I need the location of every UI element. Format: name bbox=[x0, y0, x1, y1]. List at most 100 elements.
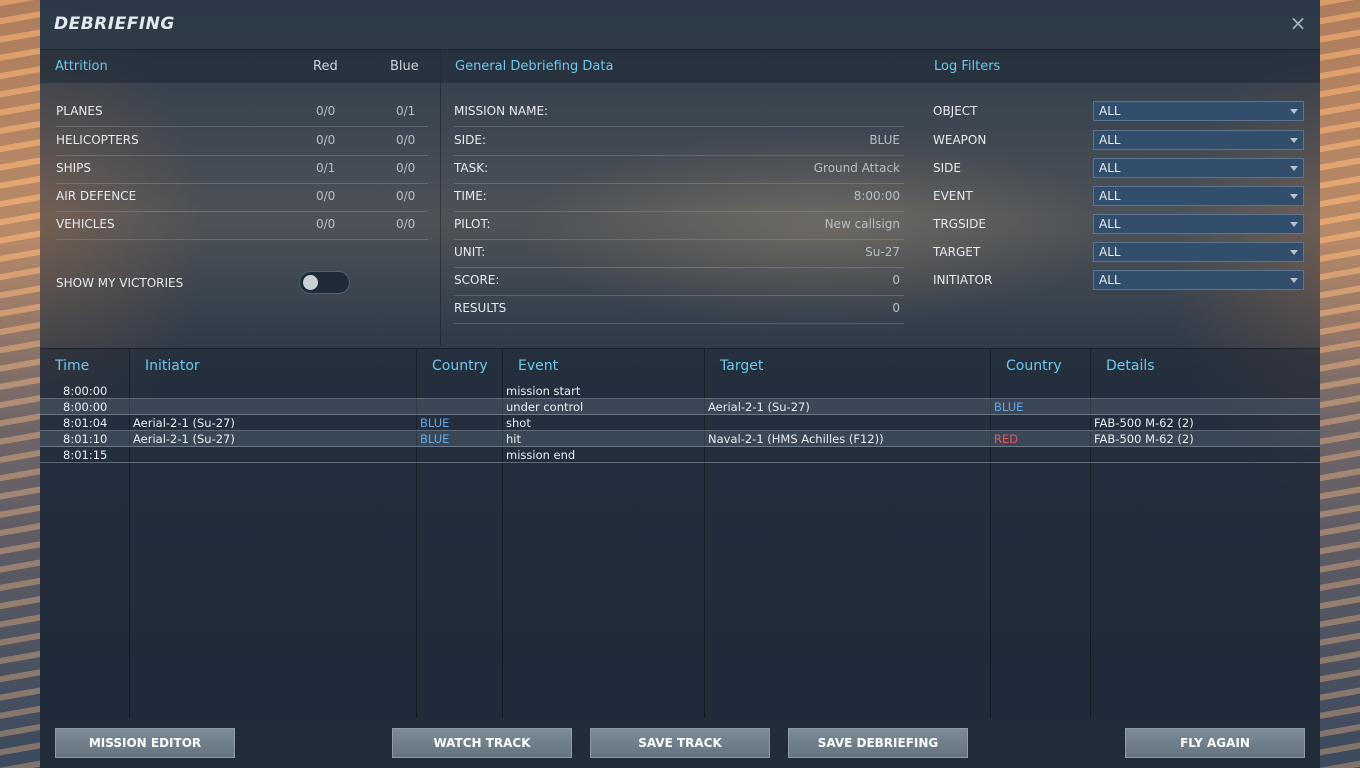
general-row-side: SIDE: BLUE bbox=[454, 128, 904, 156]
attrition-label: AIR DEFENCE bbox=[56, 189, 137, 203]
cell-event: shot bbox=[506, 416, 531, 430]
bottom-button-bar: MISSION EDITOR WATCH TRACK SAVE TRACK SA… bbox=[40, 718, 1320, 768]
general-label: TASK: bbox=[454, 161, 489, 175]
attrition-header: Attrition Red Blue bbox=[40, 50, 440, 83]
filter-row-weapon: WEAPON ALL bbox=[933, 128, 1305, 156]
attrition-label: SHIPS bbox=[56, 161, 92, 175]
filter-label: INITIATOR bbox=[933, 273, 993, 287]
attrition-blue-value: 0/1 bbox=[396, 104, 416, 118]
attrition-label: PLANES bbox=[56, 104, 103, 118]
title-bar: DEBRIEFING × bbox=[40, 0, 1320, 50]
filter-label: TRGSIDE bbox=[933, 217, 986, 231]
dropdown-value: ALL bbox=[1099, 133, 1121, 147]
attrition-row-air-defence: AIR DEFENCE 0/0 0/0 bbox=[56, 184, 428, 212]
table-row[interactable]: 8:01:15 mission end bbox=[40, 447, 1320, 463]
attrition-row-planes: PLANES 0/0 0/1 bbox=[56, 99, 428, 127]
general-header: General Debriefing Data Log Filters bbox=[441, 50, 1320, 83]
col-time[interactable]: Time bbox=[55, 358, 89, 374]
table-row[interactable]: 8:00:00 under control Aerial-2-1 (Su-27)… bbox=[40, 399, 1320, 415]
col-initiator[interactable]: Initiator bbox=[145, 358, 200, 374]
general-label: UNIT: bbox=[454, 245, 486, 259]
attrition-label: HELICOPTERS bbox=[56, 133, 139, 147]
attrition-title: Attrition bbox=[55, 59, 108, 74]
dialog-title: DEBRIEFING bbox=[54, 14, 175, 34]
save-track-button[interactable]: SAVE TRACK bbox=[590, 728, 770, 758]
col-target[interactable]: Target bbox=[720, 358, 763, 374]
general-value: Ground Attack bbox=[813, 161, 900, 175]
filter-object-dropdown[interactable]: ALL bbox=[1093, 101, 1304, 121]
general-label: TIME: bbox=[454, 189, 487, 203]
filter-initiator-dropdown[interactable]: ALL bbox=[1093, 270, 1304, 290]
dropdown-value: ALL bbox=[1099, 217, 1121, 231]
general-label: SIDE: bbox=[454, 133, 487, 147]
cell-target-country: RED bbox=[994, 432, 1019, 446]
chevron-down-icon bbox=[1290, 278, 1298, 283]
col-details[interactable]: Details bbox=[1106, 358, 1155, 374]
chevron-down-icon bbox=[1290, 194, 1298, 199]
show-victories-label: SHOW MY VICTORIES bbox=[56, 276, 184, 290]
chevron-down-icon bbox=[1290, 222, 1298, 227]
filter-label: OBJECT bbox=[933, 104, 978, 118]
general-value: New callsign bbox=[824, 217, 900, 231]
cell-target: Aerial-2-1 (Su-27) bbox=[708, 400, 810, 414]
attrition-label: VEHICLES bbox=[56, 217, 115, 231]
attrition-red-value: 0/0 bbox=[316, 189, 336, 203]
filter-row-side: SIDE ALL bbox=[933, 156, 1305, 184]
filter-row-target: TARGET ALL bbox=[933, 240, 1305, 268]
cell-time: 8:00:00 bbox=[63, 384, 108, 398]
chevron-down-icon bbox=[1290, 166, 1298, 171]
attrition-blue-value: 0/0 bbox=[396, 189, 416, 203]
filter-label: WEAPON bbox=[933, 133, 987, 147]
attrition-blue-value: 0/0 bbox=[396, 161, 416, 175]
cell-country: BLUE bbox=[420, 416, 450, 430]
col-country[interactable]: Country bbox=[432, 358, 488, 374]
dropdown-value: ALL bbox=[1099, 161, 1121, 175]
cell-event: under control bbox=[506, 400, 584, 414]
cell-time: 8:00:00 bbox=[63, 400, 108, 414]
attrition-red-value: 0/0 bbox=[316, 217, 336, 231]
fly-again-button[interactable]: FLY AGAIN bbox=[1125, 728, 1305, 758]
filter-target-dropdown[interactable]: ALL bbox=[1093, 242, 1304, 262]
background-clouds-left bbox=[0, 0, 40, 768]
save-debriefing-button[interactable]: SAVE DEBRIEFING bbox=[788, 728, 968, 758]
general-label: RESULTS bbox=[454, 301, 507, 315]
table-row[interactable]: 8:00:00 mission start bbox=[40, 383, 1320, 399]
show-victories-toggle[interactable] bbox=[299, 271, 350, 294]
cell-time: 8:01:04 bbox=[63, 416, 108, 430]
table-row[interactable]: 8:01:10 Aerial-2-1 (Su-27) BLUE hit Nava… bbox=[40, 431, 1320, 447]
chevron-down-icon bbox=[1290, 138, 1298, 143]
watch-track-button[interactable]: WATCH TRACK bbox=[392, 728, 572, 758]
dropdown-value: ALL bbox=[1099, 104, 1121, 118]
filters-title: Log Filters bbox=[934, 59, 1001, 74]
filter-trgside-dropdown[interactable]: ALL bbox=[1093, 214, 1304, 234]
general-value: 0 bbox=[892, 273, 900, 287]
dropdown-value: ALL bbox=[1099, 189, 1121, 203]
cell-country: BLUE bbox=[420, 432, 450, 446]
filter-weapon-dropdown[interactable]: ALL bbox=[1093, 130, 1304, 150]
event-log-table: Time Initiator Country Event Target Coun… bbox=[40, 348, 1320, 719]
table-row[interactable]: 8:01:04 Aerial-2-1 (Su-27) BLUE shot FAB… bbox=[40, 415, 1320, 431]
general-label: MISSION NAME: bbox=[454, 104, 549, 118]
attrition-red-value: 0/0 bbox=[316, 133, 336, 147]
general-value: BLUE bbox=[869, 133, 900, 147]
attrition-row-helicopters: HELICOPTERS 0/0 0/0 bbox=[56, 128, 428, 156]
general-title: General Debriefing Data bbox=[455, 59, 614, 74]
close-icon[interactable]: × bbox=[1288, 12, 1308, 34]
mission-editor-button[interactable]: MISSION EDITOR bbox=[55, 728, 235, 758]
general-value: 8:00:00 bbox=[853, 189, 900, 203]
attrition-row-vehicles: VEHICLES 0/0 0/0 bbox=[56, 212, 428, 240]
attrition-red-value: 0/0 bbox=[316, 104, 336, 118]
cell-target: Naval-2-1 (HMS Achilles (F12)) bbox=[708, 432, 884, 446]
filter-event-dropdown[interactable]: ALL bbox=[1093, 186, 1304, 206]
filter-label: TARGET bbox=[933, 245, 981, 259]
cell-event: mission start bbox=[506, 384, 581, 398]
general-label: SCORE: bbox=[454, 273, 500, 287]
col-event[interactable]: Event bbox=[518, 358, 558, 374]
filter-label: EVENT bbox=[933, 189, 973, 203]
filter-side-dropdown[interactable]: ALL bbox=[1093, 158, 1304, 178]
background-clouds-right bbox=[1320, 0, 1360, 768]
cell-details: FAB-500 M-62 (2) bbox=[1094, 416, 1194, 430]
cell-time: 8:01:15 bbox=[63, 448, 108, 462]
col-target-country[interactable]: Country bbox=[1006, 358, 1062, 374]
filter-row-trgside: TRGSIDE ALL bbox=[933, 212, 1305, 240]
